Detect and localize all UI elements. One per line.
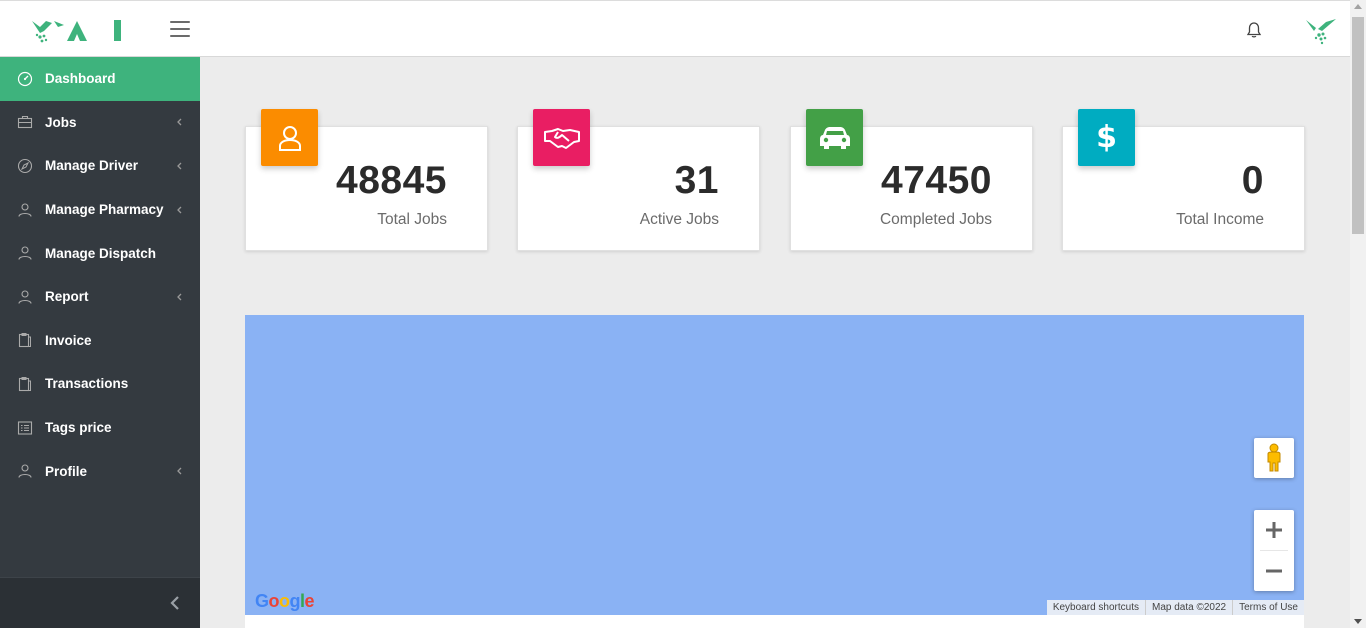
chevron-left-icon bbox=[177, 118, 182, 126]
scroll-thumb[interactable] bbox=[1352, 17, 1364, 234]
page-scrollbar[interactable] bbox=[1350, 0, 1366, 628]
bell-icon[interactable] bbox=[1246, 21, 1262, 39]
brand-logo-icon[interactable] bbox=[1304, 16, 1338, 46]
stat-card-total-income: $ 0 Total Income bbox=[1062, 109, 1305, 251]
sidebar-item-label: Tags price bbox=[45, 420, 112, 436]
chevron-left-icon bbox=[177, 293, 182, 301]
sidebar-item-manage-dispatch[interactable]: Manage Dispatch bbox=[0, 231, 200, 275]
google-logo[interactable]: Google bbox=[255, 591, 315, 612]
sidebar-item-label: Manage Driver bbox=[45, 158, 139, 174]
sidebar-item-profile[interactable]: Profile bbox=[0, 449, 200, 493]
user-icon bbox=[18, 246, 32, 260]
zoom-in-button[interactable] bbox=[1254, 510, 1294, 550]
sidebar: Dashboard Jobs Manage Driver Manage Phar… bbox=[0, 57, 200, 628]
car-icon bbox=[806, 109, 863, 166]
clipboard-icon bbox=[18, 376, 31, 392]
sidebar-footer bbox=[0, 577, 200, 628]
brand-logo[interactable] bbox=[30, 17, 125, 45]
stat-card-total-jobs: 48845 Total Jobs bbox=[245, 109, 488, 251]
zoom-control bbox=[1254, 510, 1294, 591]
list-icon bbox=[17, 420, 33, 435]
chevron-left-icon bbox=[177, 162, 182, 170]
zoom-out-button[interactable] bbox=[1254, 551, 1294, 591]
stat-value: 47450 bbox=[881, 159, 992, 202]
stat-label: Total Jobs bbox=[377, 211, 447, 228]
sidebar-item-label: Manage Pharmacy bbox=[45, 202, 164, 218]
sidebar-item-manage-pharmacy[interactable]: Manage Pharmacy bbox=[0, 188, 200, 232]
top-navbar bbox=[0, 0, 1350, 57]
clipboard-icon bbox=[18, 333, 31, 348]
sidebar-item-label: Profile bbox=[45, 463, 88, 479]
sidebar-item-label: Transactions bbox=[45, 376, 129, 392]
stat-label: Total Income bbox=[1176, 211, 1264, 228]
map-view[interactable]: Google Keyboard shortcuts Map data ©2022… bbox=[245, 315, 1304, 615]
handshake-icon bbox=[533, 109, 590, 166]
stat-value: 31 bbox=[674, 159, 719, 202]
dollar-icon: $ bbox=[1078, 109, 1135, 166]
sidebar-collapse-button[interactable] bbox=[167, 593, 183, 613]
speedometer-icon bbox=[17, 71, 33, 86]
sidebar-item-label: Manage Dispatch bbox=[45, 245, 157, 261]
sidebar-item-transactions[interactable]: Transactions bbox=[0, 362, 200, 406]
stat-value: 0 bbox=[1241, 159, 1264, 202]
terms-of-use-link[interactable]: Terms of Use bbox=[1232, 600, 1304, 615]
sidebar-item-label: Dashboard bbox=[45, 71, 116, 87]
sidebar-item-invoice[interactable]: Invoice bbox=[0, 319, 200, 363]
map-footer-panel bbox=[245, 615, 1304, 628]
sidebar-item-label: Report bbox=[45, 289, 89, 305]
stat-value: 48845 bbox=[336, 159, 447, 202]
chevron-left-icon bbox=[177, 467, 182, 475]
stat-label: Completed Jobs bbox=[879, 211, 992, 228]
stat-card-completed-jobs: 47450 Completed Jobs bbox=[790, 109, 1033, 251]
user-icon bbox=[261, 109, 318, 166]
chevron-left-icon bbox=[177, 206, 182, 214]
compass-icon bbox=[17, 158, 33, 174]
stat-card-active-jobs: 31 Active Jobs bbox=[517, 109, 760, 251]
map-data-text: Map data ©2022 bbox=[1145, 600, 1232, 615]
street-view-pegman-button[interactable] bbox=[1254, 438, 1294, 478]
briefcase-icon bbox=[17, 116, 33, 129]
user-icon bbox=[18, 203, 32, 217]
user-icon bbox=[18, 290, 32, 304]
sidebar-item-dashboard[interactable]: Dashboard bbox=[0, 57, 200, 101]
keyboard-shortcuts-link[interactable]: Keyboard shortcuts bbox=[1047, 600, 1145, 615]
scroll-down-arrow[interactable] bbox=[1354, 619, 1362, 624]
map-attribution: Keyboard shortcuts Map data ©2022 Terms … bbox=[1046, 600, 1304, 615]
scroll-up-arrow[interactable] bbox=[1354, 4, 1362, 9]
user-icon bbox=[18, 464, 32, 478]
sidebar-item-tags-price[interactable]: Tags price bbox=[0, 406, 200, 450]
sidebar-item-label: Invoice bbox=[45, 332, 92, 348]
sidebar-item-report[interactable]: Report bbox=[0, 275, 200, 319]
sidebar-item-manage-driver[interactable]: Manage Driver bbox=[0, 144, 200, 188]
sidebar-item-jobs[interactable]: Jobs bbox=[0, 101, 200, 145]
stat-label: Active Jobs bbox=[639, 211, 719, 228]
menu-toggle-button[interactable] bbox=[170, 21, 190, 39]
sidebar-item-label: Jobs bbox=[45, 114, 77, 130]
